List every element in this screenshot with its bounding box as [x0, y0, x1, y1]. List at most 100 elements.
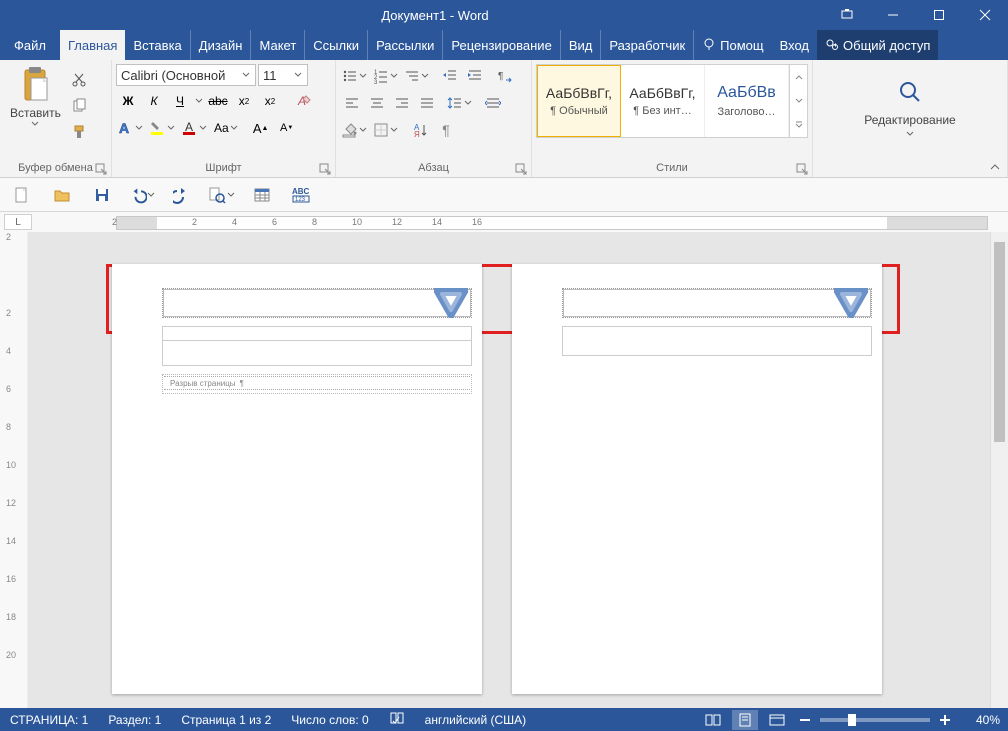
justify-button[interactable]	[415, 91, 439, 115]
word-count-button[interactable]: ABC123	[288, 182, 316, 208]
text-effects-button[interactable]: A	[116, 116, 146, 140]
save-button[interactable]	[88, 182, 116, 208]
superscript-button[interactable]: x2	[258, 89, 282, 113]
format-painter-button[interactable]	[67, 120, 91, 144]
font-name-combo[interactable]: Calibri (Основной	[116, 64, 256, 86]
vertical-scrollbar[interactable]	[990, 232, 1008, 708]
ribbon-display-options-icon[interactable]	[824, 0, 870, 30]
styles-expand[interactable]	[790, 113, 807, 137]
numbered-list-button[interactable]: 123	[371, 64, 401, 88]
close-button[interactable]	[962, 0, 1008, 30]
decrease-indent-button[interactable]	[438, 64, 462, 88]
borders-button[interactable]	[371, 118, 401, 142]
styles-row-up[interactable]	[790, 65, 807, 89]
editing-button[interactable]: Редактирование	[852, 72, 967, 147]
vertical-ruler[interactable]: 22468101214161820	[0, 232, 28, 708]
zoom-percent[interactable]: 40%	[960, 713, 1000, 727]
collapse-ribbon-icon[interactable]	[989, 161, 1001, 173]
tab-view[interactable]: Вид	[561, 30, 602, 60]
tab-insert[interactable]: Вставка	[125, 30, 190, 60]
styles-row-down[interactable]	[790, 89, 807, 113]
paste-button[interactable]: Вставить	[4, 64, 67, 130]
status-words[interactable]: Число слов: 0	[281, 713, 378, 727]
left-to-right-button[interactable]: ¶	[493, 64, 517, 88]
clear-formatting-button[interactable]: A	[292, 89, 316, 113]
style-no-spacing[interactable]: АаБбВвГг, ¶ Без инт…	[621, 65, 705, 137]
grow-font-button[interactable]: A▲	[249, 116, 273, 140]
distributed-button[interactable]	[481, 91, 505, 115]
zoom-out-button[interactable]	[796, 710, 814, 730]
dialog-launcher-icon[interactable]	[95, 163, 107, 175]
print-preview-button[interactable]	[208, 182, 236, 208]
style-heading1[interactable]: АаБбВв Заголово…	[705, 65, 789, 137]
zoom-in-button[interactable]	[936, 710, 954, 730]
cut-button[interactable]	[67, 68, 91, 92]
chevron-down-icon[interactable]	[194, 97, 204, 105]
ribbon-tabs: Файл Главная Вставка Дизайн Макет Ссылки…	[0, 30, 1008, 60]
tab-review[interactable]: Рецензирование	[443, 30, 560, 60]
underline-button[interactable]: Ч	[168, 89, 192, 113]
font-color-button[interactable]: A	[180, 116, 210, 140]
open-button[interactable]	[48, 182, 76, 208]
redo-button[interactable]	[168, 182, 196, 208]
undo-button[interactable]	[128, 182, 156, 208]
style-normal[interactable]: АаБбВвГг, ¶ Обычный	[537, 65, 621, 137]
increase-indent-button[interactable]	[463, 64, 487, 88]
strikethrough-button[interactable]: abc	[206, 89, 230, 113]
maximize-button[interactable]	[916, 0, 962, 30]
insert-table-button[interactable]	[248, 182, 276, 208]
tab-home[interactable]: Главная	[60, 30, 125, 60]
page-2	[512, 264, 882, 694]
minimize-button[interactable]	[870, 0, 916, 30]
italic-button[interactable]: К	[142, 89, 166, 113]
multilevel-icon	[404, 68, 420, 84]
bold-button[interactable]: Ж	[116, 89, 140, 113]
line-spacing-button[interactable]	[445, 91, 475, 115]
shading-button[interactable]	[340, 118, 370, 142]
tab-design[interactable]: Дизайн	[191, 30, 252, 60]
share-button[interactable]: Общий доступ	[817, 30, 938, 60]
status-language[interactable]: английский (США)	[415, 713, 536, 727]
sign-in-button[interactable]: Вход	[772, 30, 817, 60]
show-marks-button[interactable]: ¶	[434, 118, 458, 142]
status-page-of[interactable]: Страница 1 из 2	[171, 713, 281, 727]
view-web-layout[interactable]	[764, 710, 790, 730]
horizontal-ruler[interactable]: L 2246810121416	[0, 212, 1008, 232]
view-read-mode[interactable]	[700, 710, 726, 730]
tab-mailings[interactable]: Рассылки	[368, 30, 443, 60]
tab-references[interactable]: Ссылки	[305, 30, 368, 60]
tab-selector[interactable]: L	[4, 214, 32, 230]
new-doc-button[interactable]	[8, 182, 36, 208]
subscript-button[interactable]: x2	[232, 89, 256, 113]
multilevel-list-button[interactable]	[402, 64, 432, 88]
status-proofing[interactable]	[379, 711, 415, 728]
dialog-launcher-icon[interactable]	[319, 163, 331, 175]
highlight-button[interactable]	[148, 116, 178, 140]
shrink-font-button[interactable]: A▼	[275, 116, 299, 140]
tab-file[interactable]: Файл	[0, 30, 60, 60]
status-section[interactable]: Раздел: 1	[98, 713, 171, 727]
status-page[interactable]: СТРАНИЦА: 1	[0, 713, 98, 727]
font-size-combo[interactable]: 11	[258, 64, 308, 86]
change-case-button[interactable]: Aa	[212, 116, 241, 140]
bullets-icon	[342, 68, 358, 84]
align-left-button[interactable]	[340, 91, 364, 115]
sort-button[interactable]: АЯ	[409, 118, 433, 142]
zoom-slider[interactable]	[820, 718, 930, 722]
tab-developer[interactable]: Разработчик	[601, 30, 694, 60]
styles-gallery-more[interactable]	[789, 65, 807, 137]
page-break-label: Разрыв страницы	[170, 379, 236, 388]
highlighter-icon	[150, 120, 166, 136]
align-right-button[interactable]	[390, 91, 414, 115]
dialog-launcher-icon[interactable]	[796, 163, 808, 175]
view-print-layout[interactable]	[732, 710, 758, 730]
tell-me-button[interactable]: Помощ	[694, 30, 771, 60]
align-center-button[interactable]	[365, 91, 389, 115]
outdent-icon	[442, 68, 458, 84]
bullet-list-button[interactable]	[340, 64, 370, 88]
copy-button[interactable]	[67, 94, 91, 118]
line-spacing-icon	[447, 95, 463, 111]
pages-canvas[interactable]: Разрыв страницы ¶	[28, 232, 990, 708]
dialog-launcher-icon[interactable]	[515, 163, 527, 175]
tab-layout[interactable]: Макет	[251, 30, 305, 60]
